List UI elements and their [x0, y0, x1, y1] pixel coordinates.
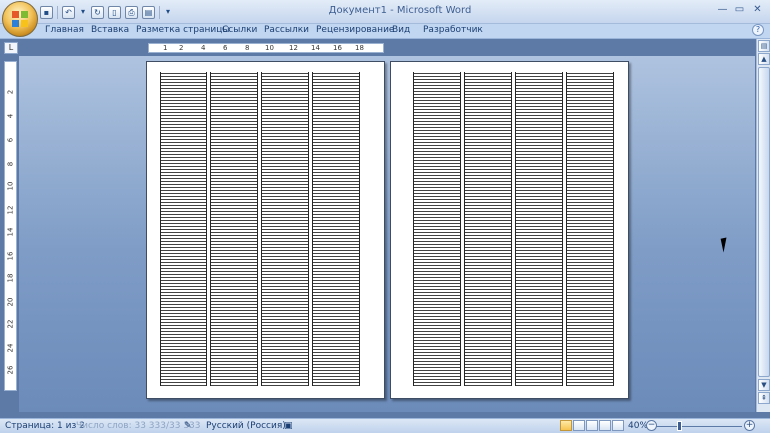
tab-stop-selector[interactable]: L — [4, 42, 18, 54]
ruler-tick: 4 — [201, 44, 206, 52]
text-column — [515, 72, 563, 386]
ruler-tick: 8 — [245, 44, 250, 52]
ruler-tick: 24 — [6, 343, 15, 353]
language-indicator[interactable]: Русский (Россия) — [206, 421, 286, 431]
office-logo-icon — [12, 11, 30, 29]
minimize-button[interactable]: — — [714, 3, 731, 17]
ruler-tick: 1 — [163, 44, 168, 52]
tab-review[interactable]: Рецензирование — [316, 25, 394, 35]
ruler-tick: 2 — [179, 44, 184, 52]
tab-home[interactable]: Главная — [45, 25, 84, 35]
word-count[interactable]: Число слов: 33 333/33 333 — [76, 421, 201, 431]
web-layout-view-button[interactable] — [586, 420, 598, 431]
draft-view-button[interactable] — [612, 420, 624, 431]
document-page-1[interactable] — [146, 61, 385, 399]
zoom-level[interactable]: 40% — [628, 421, 648, 431]
print-icon[interactable]: ⎙ — [125, 6, 138, 19]
tab-mailings[interactable]: Рассылки — [264, 25, 309, 35]
ruler-tick: 22 — [6, 319, 15, 329]
ribbon-tab-bar: Главная Вставка Разметка страницы Ссылки… — [0, 24, 770, 39]
text-column — [566, 72, 614, 386]
save-icon[interactable]: ▪ — [40, 6, 53, 19]
scroll-up-icon[interactable]: ▲ — [758, 53, 770, 65]
ruler-tick: 26 — [6, 365, 15, 375]
page-indicator[interactable]: Страница: 1 из 2 — [5, 421, 85, 431]
maximize-button[interactable]: ▭ — [731, 3, 748, 17]
tab-developer[interactable]: Разработчик — [423, 25, 483, 35]
scroll-down-icon[interactable]: ▼ — [758, 379, 770, 391]
text-column — [160, 72, 207, 386]
ruler-tick: 8 — [6, 161, 15, 167]
full-screen-reading-view-button[interactable] — [573, 420, 585, 431]
title-bar: ▪ ↶ ▾ ↻ ▯ ⎙ ▤ ▾ Документ1 - Microsoft Wo… — [0, 0, 770, 24]
tab-page-layout[interactable]: Разметка страницы — [136, 25, 230, 35]
help-icon[interactable]: ? — [752, 24, 764, 36]
ruler-tick: 2 — [6, 89, 15, 95]
ruler-tick: 18 — [6, 273, 15, 283]
ruler-tick: 6 — [223, 44, 228, 52]
previous-page-icon[interactable]: ⇞ — [758, 392, 770, 404]
close-button[interactable]: ✕ — [749, 3, 766, 17]
tab-view[interactable]: Вид — [392, 25, 410, 35]
document-area — [19, 56, 755, 412]
ruler-tick: 10 — [6, 181, 15, 191]
vertical-ruler[interactable]: 2 4 6 8 10 12 14 16 18 20 22 24 26 — [4, 61, 17, 391]
window-title: Документ1 - Microsoft Word — [328, 5, 472, 16]
print-preview-icon[interactable]: ▤ — [142, 6, 155, 19]
text-column — [464, 72, 512, 386]
text-column — [210, 72, 258, 386]
new-document-icon[interactable]: ▯ — [108, 6, 121, 19]
ruler-tick: 12 — [289, 44, 298, 52]
ruler-tick: 14 — [311, 44, 320, 52]
document-page-2[interactable] — [390, 61, 629, 399]
customize-toolbar-icon[interactable]: ▾ — [164, 6, 172, 19]
undo-dropdown-icon[interactable]: ▾ — [79, 6, 87, 19]
zoom-in-icon[interactable]: + — [744, 420, 755, 431]
ruler-tick: 16 — [333, 44, 342, 52]
scroll-thumb[interactable] — [758, 67, 770, 377]
macro-record-icon[interactable]: ▣ — [284, 421, 293, 431]
zoom-slider-thumb[interactable] — [677, 421, 682, 431]
tab-references[interactable]: Ссылки — [222, 25, 257, 35]
spelling-check-icon[interactable]: ✎ — [184, 421, 192, 431]
ruler-tick: 12 — [6, 205, 15, 215]
office-button[interactable] — [2, 1, 38, 37]
status-bar: Страница: 1 из 2 Число слов: 33 333/33 3… — [0, 418, 770, 433]
ruler-tick: 16 — [6, 251, 15, 261]
vertical-scrollbar[interactable]: ▤ ▲ ▼ ⇞ — [756, 39, 770, 412]
ruler-tick: 6 — [6, 137, 15, 143]
toolbar-separator — [159, 6, 160, 19]
horizontal-ruler[interactable]: 1 2 4 6 8 10 12 14 16 18 — [148, 43, 384, 53]
outline-view-button[interactable] — [599, 420, 611, 431]
quick-access-toolbar: ▪ ↶ ▾ ↻ ▯ ⎙ ▤ ▾ — [40, 5, 172, 20]
ruler-toggle-icon[interactable]: ▤ — [758, 40, 770, 52]
print-layout-view-button[interactable] — [560, 420, 572, 431]
text-column — [261, 72, 309, 386]
text-column — [413, 72, 461, 386]
ruler-tick: 10 — [265, 44, 274, 52]
ruler-tick: 20 — [6, 297, 15, 307]
toolbar-separator — [57, 6, 58, 19]
text-column — [312, 72, 360, 386]
ruler-tick: 4 — [6, 113, 15, 119]
zoom-slider-track[interactable] — [656, 426, 742, 427]
undo-icon[interactable]: ↶ — [62, 6, 75, 19]
ruler-tick: 18 — [355, 44, 364, 52]
ruler-tick: 14 — [6, 227, 15, 237]
tab-insert[interactable]: Вставка — [91, 25, 129, 35]
redo-icon[interactable]: ↻ — [91, 6, 104, 19]
